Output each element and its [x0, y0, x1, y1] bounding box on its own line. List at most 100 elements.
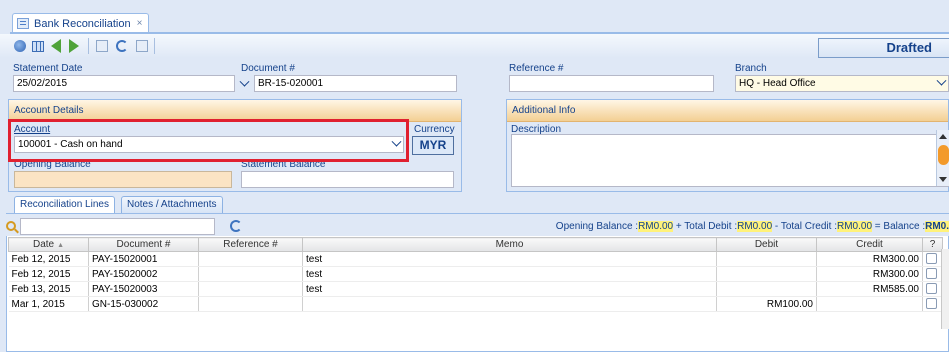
toolbar-separator	[88, 38, 89, 54]
statement-balance-field[interactable]	[241, 171, 454, 188]
previous-button[interactable]	[48, 38, 64, 54]
debit-summary-value: RM0.00	[737, 221, 773, 232]
tab-reconciliation-lines[interactable]: Reconciliation Lines	[14, 196, 115, 214]
column-header-document[interactable]: Document #	[88, 237, 199, 252]
cell-date: Feb 13, 2015	[8, 281, 89, 297]
search-icon	[6, 221, 16, 231]
close-icon[interactable]: ×	[137, 18, 143, 29]
cell-memo: test	[302, 281, 717, 297]
cell-date: Feb 12, 2015	[8, 266, 89, 282]
document-label: Document #	[241, 63, 295, 74]
cell-document: PAY-15020003	[88, 281, 199, 297]
credit-summary-value: RM0.00	[836, 221, 872, 232]
column-date-label: Date	[32, 239, 55, 250]
opening-balance-field	[14, 171, 232, 188]
cell-credit	[816, 296, 923, 312]
balance-summary-value: RM0.	[925, 221, 949, 232]
currency-label: Currency	[414, 124, 455, 135]
cell-debit	[716, 281, 817, 297]
cell-credit: RM585.00	[816, 281, 923, 297]
cell-document: PAY-15020001	[88, 251, 199, 267]
branch-label: Branch	[735, 63, 767, 74]
description-scrollbar[interactable]	[936, 130, 949, 186]
table-row[interactable]: Feb 12, 2015 PAY-15020002 test RM300.00	[8, 266, 943, 282]
cell-reference	[198, 266, 303, 282]
tab-title: Bank Reconciliation	[34, 17, 131, 30]
toolbar-separator	[154, 38, 155, 54]
toolbar	[0, 34, 949, 58]
scroll-up-icon[interactable]	[939, 134, 947, 139]
scroll-down-icon[interactable]	[939, 177, 947, 182]
table-row[interactable]: Feb 13, 2015 PAY-15020003 test RM585.00	[8, 281, 943, 297]
circle-icon	[14, 40, 26, 52]
next-button[interactable]	[66, 38, 82, 54]
grid-icon	[32, 40, 44, 52]
balance-summary: Opening Balance :RM0.00 + Total Debit :R…	[556, 221, 949, 232]
copy-icon	[136, 40, 148, 52]
cell-reference	[198, 296, 303, 312]
tab-strip: Bank Reconciliation ×	[0, 0, 949, 34]
cell-reference	[198, 281, 303, 297]
description-textarea[interactable]	[511, 134, 949, 187]
balance-summary-label: = Balance :	[872, 221, 926, 232]
scroll-thumb[interactable]	[938, 145, 949, 165]
column-header-reference[interactable]: Reference #	[198, 237, 303, 252]
document-field[interactable]: BR-15-020001	[254, 75, 457, 92]
branch-value: HQ - Head Office	[739, 78, 816, 89]
reconciliation-grid: Date ▲ Document # Reference # Memo Debit …	[8, 237, 943, 312]
refresh-icon[interactable]	[230, 220, 242, 232]
save-button[interactable]	[94, 38, 110, 54]
cell-check	[922, 281, 943, 297]
column-header-date[interactable]: Date ▲	[8, 237, 89, 252]
refresh-button[interactable]	[114, 38, 130, 54]
chevron-down-icon[interactable]	[237, 77, 251, 92]
copy-button[interactable]	[134, 38, 150, 54]
column-header-credit[interactable]: Credit	[816, 237, 923, 252]
statement-date-label: Statement Date	[13, 63, 83, 74]
reference-field[interactable]	[509, 75, 714, 92]
status-badge: Drafted	[818, 38, 949, 58]
statement-date-field[interactable]: 25/02/2015	[13, 75, 235, 92]
cell-debit: RM100.00	[716, 296, 817, 312]
branch-select[interactable]: HQ - Head Office	[735, 75, 949, 92]
tab-bank-reconciliation[interactable]: Bank Reconciliation ×	[12, 13, 149, 33]
sort-asc-icon: ▲	[57, 242, 65, 249]
save-icon	[96, 40, 108, 52]
reference-label: Reference #	[509, 63, 564, 74]
credit-summary-label: - Total Credit :	[772, 221, 837, 232]
grid-search-input[interactable]	[20, 218, 215, 235]
list-button[interactable]	[30, 38, 46, 54]
cell-document: GN-15-030002	[88, 296, 199, 312]
table-row[interactable]: Feb 12, 2015 PAY-15020001 test RM300.00	[8, 251, 943, 267]
currency-button[interactable]: MYR	[412, 136, 454, 155]
bank-reconciliation-window: Bank Reconciliation × Drafted Statement …	[0, 0, 949, 352]
row-checkbox[interactable]	[926, 298, 937, 310]
cell-document: PAY-15020002	[88, 266, 199, 282]
cell-credit: RM300.00	[816, 266, 923, 282]
form-icon	[17, 18, 29, 29]
column-header-debit[interactable]: Debit	[716, 237, 817, 252]
arrow-left-icon	[51, 39, 61, 53]
column-header-memo[interactable]: Memo	[302, 237, 717, 252]
cell-check	[922, 296, 943, 312]
opening-summary-value: RM0.00	[638, 221, 674, 232]
row-checkbox[interactable]	[926, 253, 937, 265]
grid-scrollbar[interactable]	[941, 249, 949, 329]
row-checkbox[interactable]	[926, 283, 937, 295]
cell-date: Mar 1, 2015	[8, 296, 89, 312]
tab-notes-attachments[interactable]: Notes / Attachments	[121, 196, 223, 213]
cell-memo: test	[302, 266, 717, 282]
refresh-icon	[116, 40, 128, 52]
cell-debit	[716, 251, 817, 267]
row-checkbox[interactable]	[926, 268, 937, 280]
debit-summary-label: + Total Debit :	[673, 221, 738, 232]
additional-info-title: Additional Info	[507, 100, 948, 122]
chevron-down-icon[interactable]	[934, 76, 948, 91]
table-row[interactable]: Mar 1, 2015 GN-15-030002 RM100.00	[8, 296, 943, 312]
view-button[interactable]	[12, 38, 28, 54]
column-header-check[interactable]: ?	[922, 237, 943, 252]
cell-check	[922, 251, 943, 267]
cell-debit	[716, 266, 817, 282]
cell-memo: test	[302, 251, 717, 267]
arrow-right-icon	[69, 39, 79, 53]
